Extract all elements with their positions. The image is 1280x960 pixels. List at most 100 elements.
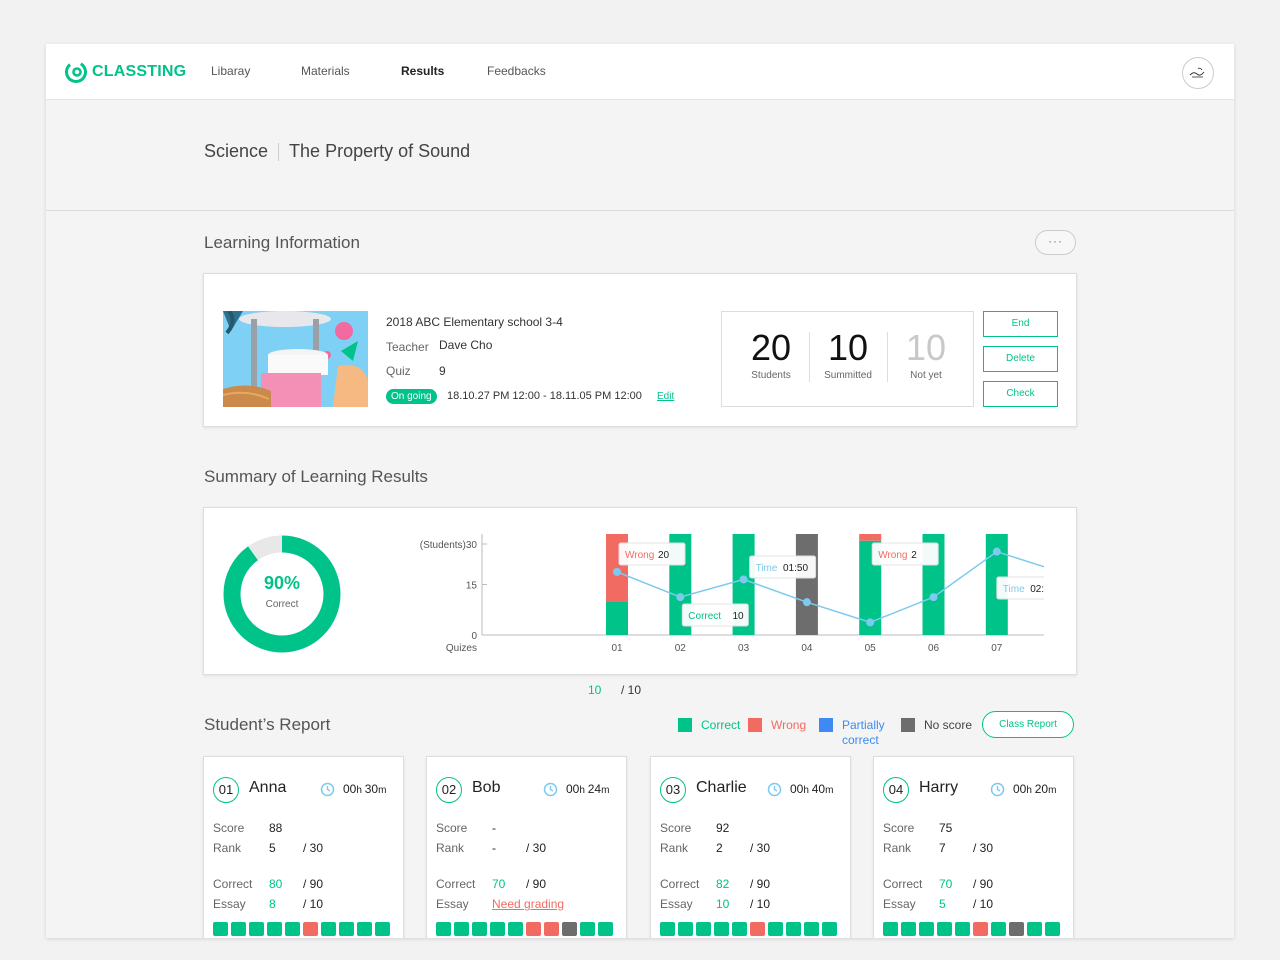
breadcrumb-subject[interactable]: Science: [204, 141, 268, 162]
left-tick-label: 0: [471, 631, 477, 642]
learning-info-title: Learning Information: [204, 233, 360, 252]
student-card[interactable]: 03 Charlie 00h 40m Score 92 Rank 2 / 30 Correct 8…: [650, 756, 851, 938]
student-name: Harry: [919, 779, 959, 796]
correct-value: 80: [269, 877, 283, 891]
rank-value: 5: [269, 841, 276, 855]
quiz-result-box[interactable]: [804, 922, 819, 936]
legend-label: Correct: [701, 718, 741, 732]
quiz-result-box[interactable]: [357, 922, 372, 936]
quiz-result-box[interactable]: [321, 922, 336, 936]
legend-wrong: Wrong: [748, 718, 806, 732]
quiz-result-box[interactable]: [786, 922, 801, 936]
quiz-result-box[interactable]: [991, 922, 1006, 936]
quiz-result-box[interactable]: [375, 922, 390, 936]
stat-students-label: Students: [751, 370, 791, 381]
time-point: [676, 593, 685, 602]
x-tick-label: 04: [801, 643, 813, 654]
score-value: 92: [716, 821, 730, 835]
more-options-button[interactable]: ···: [1035, 230, 1076, 255]
quiz-result-box[interactable]: [696, 922, 711, 936]
quiz-result-box[interactable]: [1027, 922, 1042, 936]
quiz-result-box[interactable]: [249, 922, 264, 936]
stat-submitted-label: Summitted: [824, 370, 872, 381]
nav-library[interactable]: Libaray: [211, 64, 250, 78]
student-card[interactable]: 02 Bob 00h 24m Score - Rank - / 30 Correct 70 / 90…: [426, 756, 627, 938]
quiz-result-box[interactable]: [822, 922, 837, 936]
x-tick-label: 03: [738, 643, 750, 654]
quiz-result-box[interactable]: [883, 922, 898, 936]
pager-current[interactable]: 10: [588, 683, 601, 697]
time-hours: 00: [790, 782, 804, 796]
quiz-result-box[interactable]: [732, 922, 747, 936]
check-button[interactable]: Check: [983, 381, 1058, 407]
quiz-result-box[interactable]: [1009, 922, 1024, 936]
page-header: Science The Property of Sound: [46, 101, 1234, 211]
quiz-result-box[interactable]: [490, 922, 505, 936]
quiz-result-box[interactable]: [660, 922, 675, 936]
quiz-result-box[interactable]: [768, 922, 783, 936]
nav-results[interactable]: Results: [401, 64, 444, 78]
quiz-result-box[interactable]: [919, 922, 934, 936]
quiz-result-box[interactable]: [1045, 922, 1060, 936]
quiz-result-box[interactable]: [339, 922, 354, 936]
rank-total: / 30: [973, 841, 994, 855]
quiz-result-box[interactable]: [562, 922, 577, 936]
student-card[interactable]: 04 Harry 00h 20m Score 75 Rank 7 / 30 Correct 70 /…: [873, 756, 1074, 938]
correct-label: Correct: [660, 877, 700, 891]
legend-label: Partially correct: [842, 718, 885, 747]
page-title: The Property of Sound: [289, 141, 471, 161]
quiz-result-box[interactable]: [598, 922, 613, 936]
quiz-result-strip: [660, 922, 837, 936]
quiz-result-box[interactable]: [303, 922, 318, 936]
essay-value[interactable]: Need grading: [492, 897, 564, 911]
rank-value: 2: [716, 841, 723, 855]
end-button[interactable]: End: [983, 311, 1058, 337]
quiz-result-box[interactable]: [937, 922, 952, 936]
student-name: Bob: [472, 779, 501, 796]
clock-icon: [543, 782, 558, 797]
quiz-result-box[interactable]: [901, 922, 916, 936]
time-hours: 00: [343, 782, 357, 796]
quiz-result-box[interactable]: [454, 922, 469, 936]
quiz-result-box[interactable]: [285, 922, 300, 936]
quiz-result-box[interactable]: [580, 922, 595, 936]
quiz-result-box[interactable]: [508, 922, 523, 936]
time-minutes: 40: [811, 782, 826, 796]
time-hours: 00: [1013, 782, 1027, 796]
quiz-result-box[interactable]: [436, 922, 451, 936]
app-window: CLASSTING Libaray Materials Results Feed…: [46, 44, 1234, 938]
classting-logo[interactable]: CLASSTING: [64, 60, 186, 84]
nav-feedbacks[interactable]: Feedbacks: [487, 64, 546, 78]
breadcrumb: Science The Property of Sound: [204, 141, 470, 162]
quiz-result-box[interactable]: [213, 922, 228, 936]
quiz-result-box[interactable]: [472, 922, 487, 936]
nav-materials[interactable]: Materials: [301, 64, 350, 78]
rank-label: Rank: [436, 841, 465, 855]
quiz-result-box[interactable]: [714, 922, 729, 936]
time-minutes: 24: [587, 782, 602, 796]
quiz-result-box[interactable]: [544, 922, 559, 936]
avatar[interactable]: [1182, 57, 1214, 89]
legend-no-score: No score: [901, 718, 972, 732]
edit-period-link[interactable]: Edit: [657, 391, 674, 402]
delete-button[interactable]: Delete: [983, 346, 1058, 372]
class-report-button[interactable]: Class Report: [982, 711, 1074, 738]
quiz-result-box[interactable]: [231, 922, 246, 936]
quiz-result-box[interactable]: [955, 922, 970, 936]
rank-total: / 30: [750, 841, 771, 855]
correct-total: / 90: [526, 877, 547, 891]
student-card[interactable]: 01 Anna 00h 30m Score 88 Rank 5 / 30 Correct 80 / …: [203, 756, 404, 938]
student-name: Charlie: [696, 779, 747, 796]
chart-callout-label: Wrong: [625, 550, 654, 561]
quiz-results-chart: (Students)301504(mins)20Quizes0102030405…: [420, 534, 1044, 654]
quiz-result-box[interactable]: [267, 922, 282, 936]
x-axis-label: Quizes: [446, 643, 477, 654]
quiz-result-box[interactable]: [526, 922, 541, 936]
chart-callout-value: 01:50: [783, 563, 808, 574]
student-number: 01: [213, 777, 239, 803]
quiz-result-box[interactable]: [973, 922, 988, 936]
quiz-result-box[interactable]: [750, 922, 765, 936]
quiz-result-box[interactable]: [678, 922, 693, 936]
correct-value: 82: [716, 877, 730, 891]
student-time: 00h 24m: [566, 782, 610, 796]
